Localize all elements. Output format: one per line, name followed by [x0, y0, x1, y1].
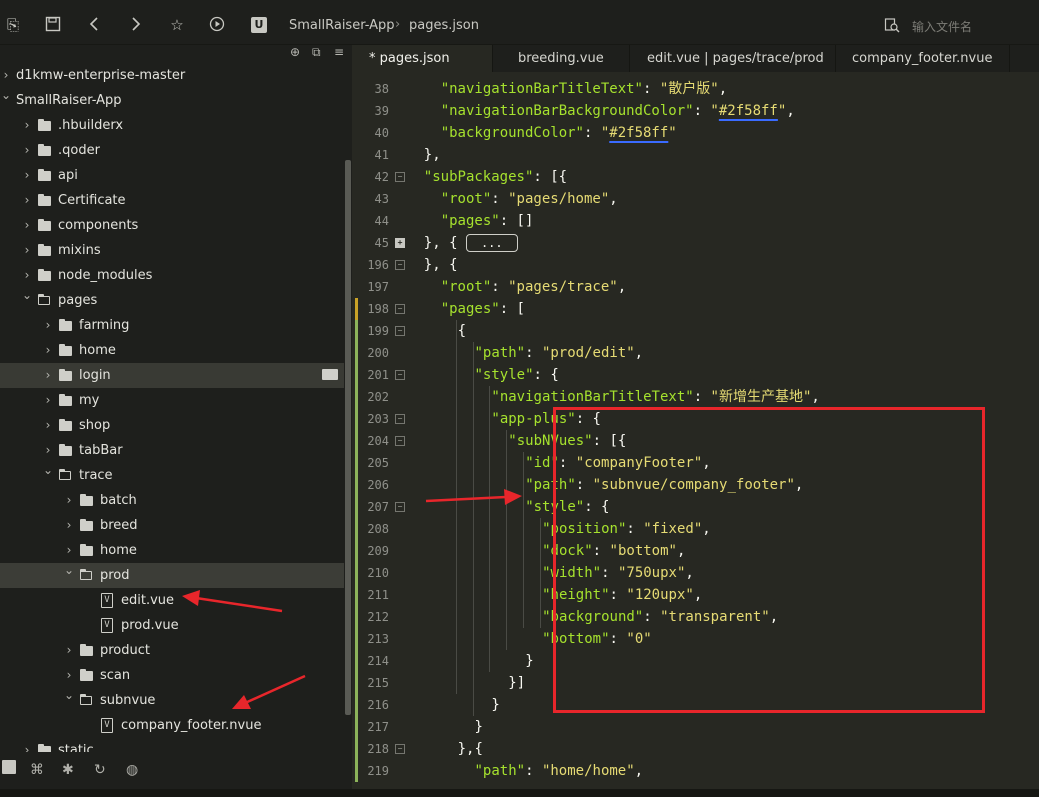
- arrow-company-footer: [232, 674, 306, 709]
- arrow-edit-vue: [182, 590, 283, 613]
- status-bar: [0, 789, 1039, 797]
- annotation-arrows: [182, 489, 522, 709]
- arrow-code-block: [425, 489, 522, 505]
